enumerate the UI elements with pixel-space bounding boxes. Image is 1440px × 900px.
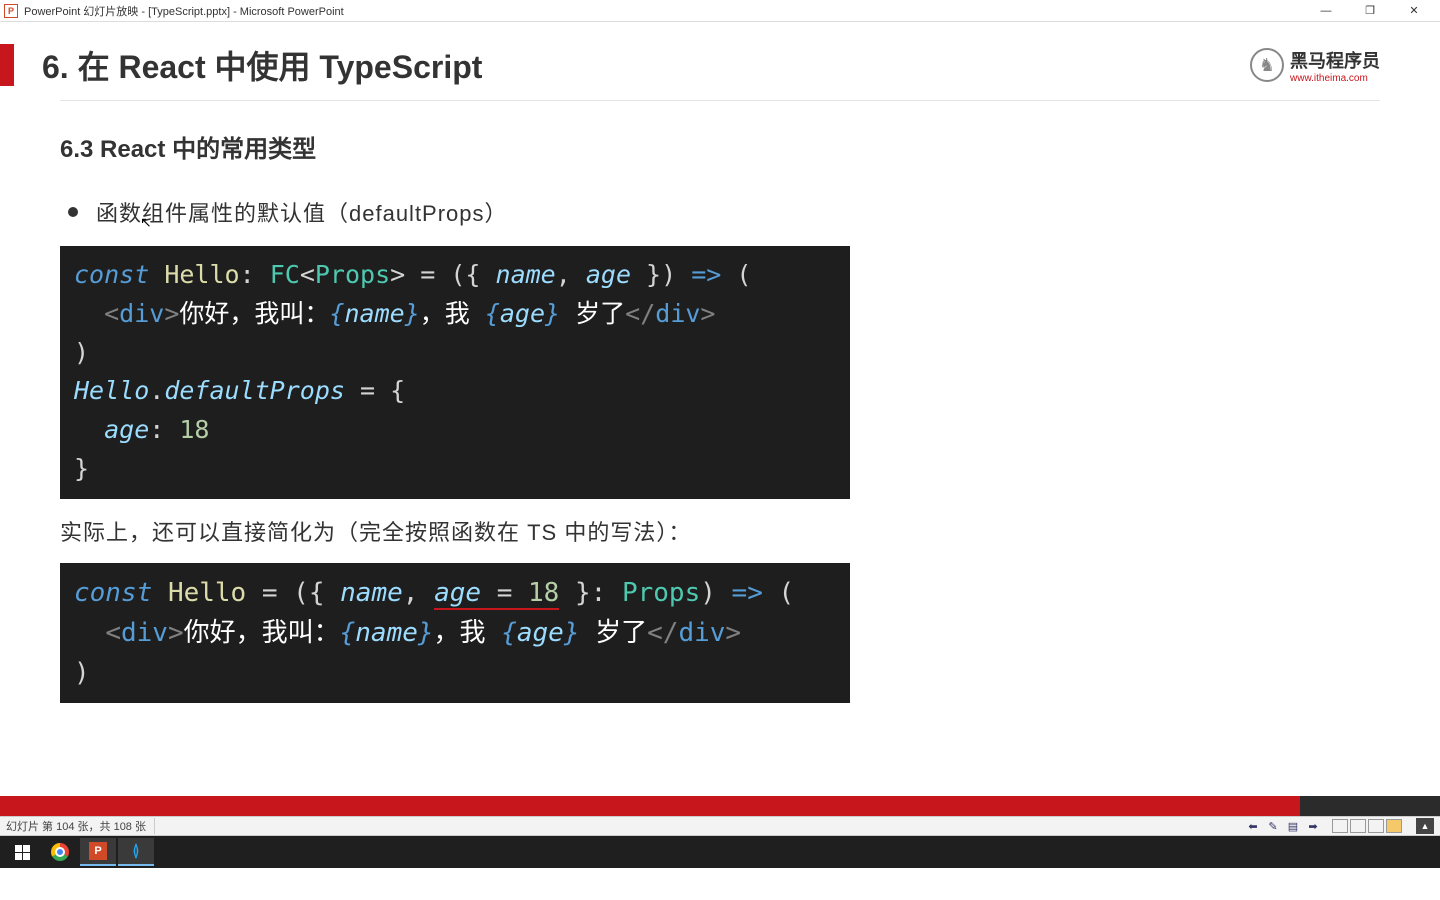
taskbar: P ≬ xyxy=(0,836,1440,868)
maximize-button[interactable]: ❐ xyxy=(1348,0,1392,22)
bullet-item: 函数组件属性的默认值（defaultProps） xyxy=(68,196,1380,228)
window-title: PowerPoint 幻灯片放映 - [TypeScript.pptx] - M… xyxy=(24,3,1304,19)
slide-footer-accent xyxy=(0,796,1440,816)
slide-title: 6. 在 React 中使用 TypeScript xyxy=(42,42,1250,88)
body-text: 实际上，还可以直接简化为（完全按照函数在 TS 中的写法）： xyxy=(60,515,1380,547)
slideshow-view-button[interactable] xyxy=(1386,819,1402,833)
logo-icon: ♞ xyxy=(1250,48,1284,82)
next-slide-icon[interactable]: ➡ xyxy=(1306,819,1320,833)
close-button[interactable]: ✕ xyxy=(1392,0,1436,22)
vscode-taskbar-button[interactable]: ≬ xyxy=(118,838,154,866)
code-block-2: const Hello = ({ name, age = 18 }: Props… xyxy=(60,563,850,704)
powerpoint-taskbar-icon: P xyxy=(89,842,107,860)
powerpoint-icon: P xyxy=(4,4,18,18)
slide-subtitle: 6.3 React 中的常用类型 xyxy=(60,129,1380,164)
title-bar: P PowerPoint 幻灯片放映 - [TypeScript.pptx] -… xyxy=(0,0,1440,22)
view-buttons xyxy=(1332,819,1402,833)
chrome-taskbar-button[interactable] xyxy=(42,838,78,866)
accent-bar xyxy=(0,44,14,86)
code-block-1: const Hello: FC<Props> = ({ name, age })… xyxy=(60,246,850,499)
vscode-icon: ≬ xyxy=(127,842,145,860)
normal-view-button[interactable] xyxy=(1332,819,1348,833)
windows-logo-icon xyxy=(15,845,30,860)
slide-footer-dark xyxy=(1300,796,1440,816)
sorter-view-button[interactable] xyxy=(1350,819,1366,833)
logo: ♞ 黑马程序员 www.itheima.com xyxy=(1250,47,1380,84)
slide-show-area[interactable]: 6. 在 React 中使用 TypeScript ♞ 黑马程序员 www.it… xyxy=(0,22,1440,816)
reading-view-button[interactable] xyxy=(1368,819,1384,833)
bullet-icon xyxy=(68,207,78,217)
logo-url: www.itheima.com xyxy=(1290,73,1380,84)
bullet-text: 函数组件属性的默认值（defaultProps） xyxy=(96,196,508,228)
menu-icon[interactable]: ▤ xyxy=(1286,819,1300,833)
chrome-icon xyxy=(51,843,69,861)
status-bar: 幻灯片 第 104 张，共 108 张 ⬅ ✎ ▤ ➡ ▲ xyxy=(0,816,1440,836)
minimize-button[interactable]: — xyxy=(1304,0,1348,22)
pen-icon[interactable]: ✎ xyxy=(1266,819,1280,833)
start-button[interactable] xyxy=(4,838,40,866)
logo-brand: 黑马程序员 xyxy=(1290,47,1380,73)
powerpoint-taskbar-button[interactable]: P xyxy=(80,838,116,866)
slide-header: 6. 在 React 中使用 TypeScript ♞ 黑马程序员 www.it… xyxy=(60,22,1380,101)
expand-up-icon[interactable]: ▲ xyxy=(1416,818,1434,834)
window-controls: — ❐ ✕ xyxy=(1304,0,1436,22)
statusbar-controls: ⬅ ✎ ▤ ➡ ▲ xyxy=(1246,818,1434,834)
slide-counter: 幻灯片 第 104 张，共 108 张 xyxy=(6,818,155,834)
slide-content: 6. 在 React 中使用 TypeScript ♞ 黑马程序员 www.it… xyxy=(0,22,1440,796)
prev-slide-icon[interactable]: ⬅ xyxy=(1246,819,1260,833)
